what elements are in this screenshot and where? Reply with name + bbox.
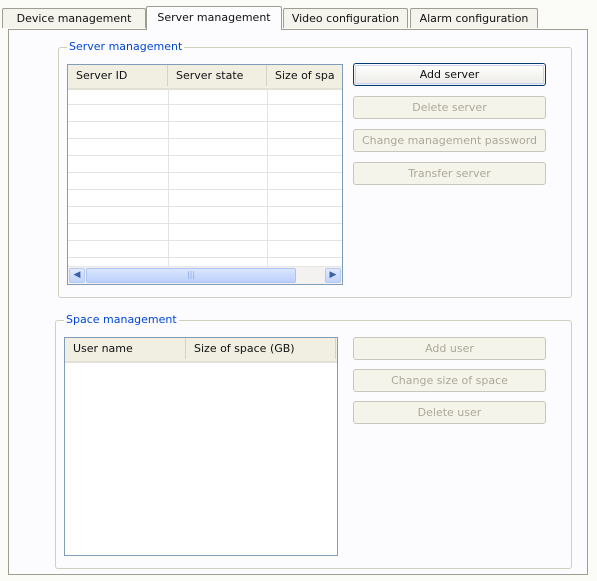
table-row [68, 122, 342, 139]
column-server-state[interactable]: Server state [168, 65, 267, 86]
tab-server-management[interactable]: Server management [146, 6, 282, 30]
add-user-button[interactable]: Add user [353, 337, 546, 360]
user-space-list[interactable]: User name Size of space (GB) [64, 337, 338, 556]
tab-strip: Device management Server management Vide… [0, 0, 597, 30]
table-row [68, 88, 342, 105]
change-size-of-space-button[interactable]: Change size of space [353, 369, 546, 392]
space-management-group: Space management User name Size of space… [55, 313, 572, 569]
scroll-left-icon[interactable]: ◀ [69, 268, 85, 283]
table-row [68, 241, 342, 258]
server-management-group: Server management Server ID Server state… [58, 40, 572, 298]
scroll-right-icon[interactable]: ▶ [325, 268, 341, 283]
delete-server-button[interactable]: Delete server [353, 96, 546, 119]
table-row [68, 139, 342, 156]
table-row [68, 207, 342, 224]
transfer-server-button[interactable]: Transfer server [353, 162, 546, 185]
tab-device-management[interactable]: Device management [2, 8, 146, 28]
table-row [68, 224, 342, 241]
user-space-list-header: User name Size of space (GB) [65, 338, 337, 363]
add-server-button[interactable]: Add server [353, 63, 546, 86]
tab-panel: Server management Server ID Server state… [8, 29, 588, 575]
column-server-id[interactable]: Server ID [68, 65, 168, 86]
change-management-password-button[interactable]: Change management password [353, 129, 546, 152]
server-management-title: Server management [67, 40, 185, 53]
server-list[interactable]: Server ID Server state Size of spa ◀ |||… [67, 64, 343, 285]
column-user-name[interactable]: User name [65, 338, 186, 359]
space-management-title: Space management [64, 313, 179, 326]
delete-user-button[interactable]: Delete user [353, 401, 546, 424]
table-row [68, 173, 342, 190]
tab-alarm-configuration[interactable]: Alarm configuration [410, 8, 538, 28]
column-size-of-space[interactable]: Size of spa [267, 65, 342, 86]
table-row [68, 190, 342, 207]
tab-video-configuration[interactable]: Video configuration [283, 8, 408, 28]
column-size-of-space-gb[interactable]: Size of space (GB) [186, 338, 336, 359]
table-row [68, 105, 342, 122]
server-list-header: Server ID Server state Size of spa [68, 65, 342, 90]
horizontal-scrollbar[interactable]: ◀ ||| ▶ [68, 266, 342, 284]
scrollbar-thumb[interactable]: ||| [86, 268, 296, 283]
table-row [68, 156, 342, 173]
